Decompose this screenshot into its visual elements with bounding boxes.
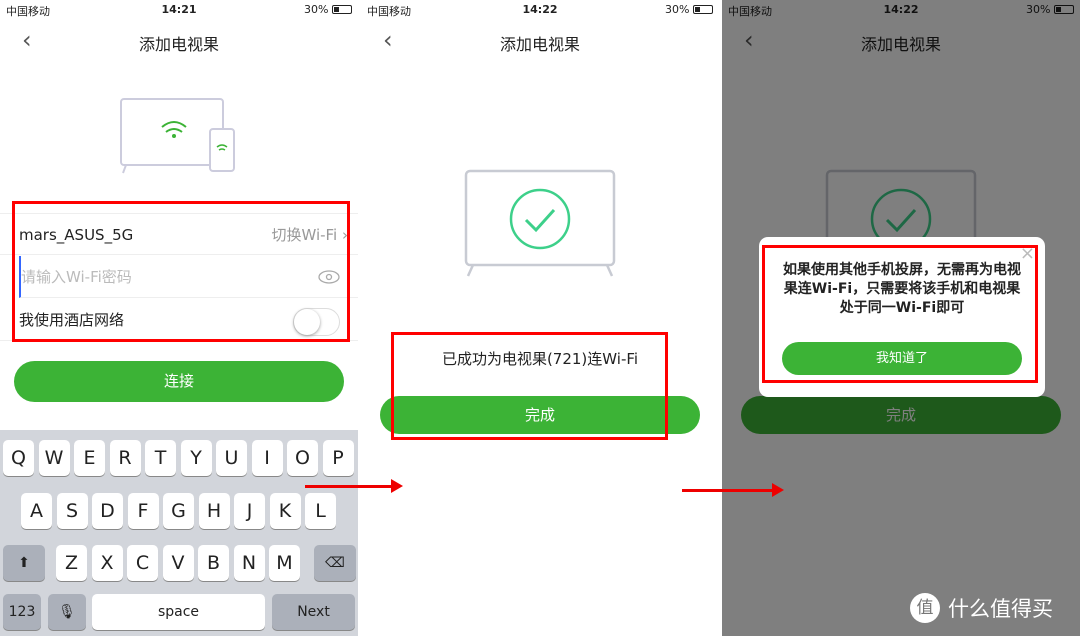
highlight-box — [762, 245, 1038, 383]
highlight-box — [391, 332, 668, 440]
tv-check-illustration-icon — [464, 169, 616, 277]
key-w[interactable]: W — [38, 440, 70, 476]
microphone-icon[interactable]: 🎙 — [48, 594, 86, 630]
key-o[interactable]: O — [287, 440, 318, 476]
key-y[interactable]: Y — [180, 440, 212, 476]
watermark-logo: 值 — [910, 593, 940, 623]
page-title: 添加电视果 — [138, 35, 219, 54]
arrow-right-icon — [305, 479, 403, 493]
key-f[interactable]: F — [127, 493, 159, 529]
key-v[interactable]: V — [162, 545, 194, 581]
watermark: 值 什么值得买 — [910, 593, 1053, 623]
keyboard: Q W E R T Y U I O P A S D F G H J K L ⬆ Z X C V B N M ⌫ 123 🎙 space Nex… — [0, 430, 358, 636]
key-u[interactable]: U — [216, 440, 247, 476]
key-i[interactable]: I — [251, 440, 283, 476]
key-d[interactable]: D — [92, 493, 123, 529]
key-l[interactable]: L — [305, 493, 336, 529]
key-h[interactable]: H — [198, 493, 230, 529]
key-q[interactable]: Q — [3, 440, 34, 476]
key-n[interactable]: N — [233, 545, 265, 581]
status-bar: 中国移动 14:21 30% — [0, 0, 358, 20]
key-t[interactable]: T — [145, 440, 176, 476]
key-c[interactable]: C — [127, 545, 158, 581]
nav-bar: ‹ 添加电视果 — [0, 28, 358, 54]
key-b[interactable]: B — [198, 545, 229, 581]
key-j[interactable]: J — [234, 493, 265, 529]
tv-phone-illustration-icon — [120, 98, 235, 174]
next-key[interactable]: Next — [272, 594, 355, 630]
shift-key[interactable]: ⬆ — [3, 545, 45, 581]
battery-icon — [332, 5, 352, 14]
screen-success: 中国移动 14:22 30% ‹ 添加电视果 已成功为电视果(721)连Wi-F… — [361, 0, 719, 636]
status-bar: 中国移动 14:22 30% — [361, 0, 719, 20]
arrow-right-icon — [682, 483, 784, 497]
key-r[interactable]: R — [109, 440, 141, 476]
key-p[interactable]: P — [322, 440, 354, 476]
page-title: 添加电视果 — [499, 35, 580, 54]
key-a[interactable]: A — [21, 493, 52, 529]
nav-bar: ‹ 添加电视果 — [361, 28, 719, 54]
delete-key[interactable]: ⌫ — [314, 545, 356, 581]
battery-level: 30% — [304, 3, 329, 16]
battery-icon — [693, 5, 713, 14]
key-m[interactable]: M — [269, 545, 300, 581]
highlight-box — [12, 201, 350, 342]
key-e[interactable]: E — [74, 440, 105, 476]
connect-button[interactable]: 连接 — [14, 361, 344, 402]
screen-wifi-setup: 中国移动 14:21 30% ‹ 添加电视果 mars_ASUS_5G 切换Wi… — [0, 0, 358, 636]
key-g[interactable]: G — [163, 493, 194, 529]
battery-level: 30% — [665, 3, 690, 16]
key-s[interactable]: S — [56, 493, 88, 529]
key-k[interactable]: K — [269, 493, 301, 529]
numbers-key[interactable]: 123 — [3, 594, 41, 630]
key-z[interactable]: Z — [56, 545, 87, 581]
screen-tip-dialog: 中国移动 14:22 30% ‹ 添加电视果 完成 × 如果使用其他手机投屏，无… — [722, 0, 1080, 636]
key-x[interactable]: X — [91, 545, 123, 581]
watermark-text: 什么值得买 — [948, 597, 1053, 621]
space-key[interactable]: space — [92, 594, 265, 630]
